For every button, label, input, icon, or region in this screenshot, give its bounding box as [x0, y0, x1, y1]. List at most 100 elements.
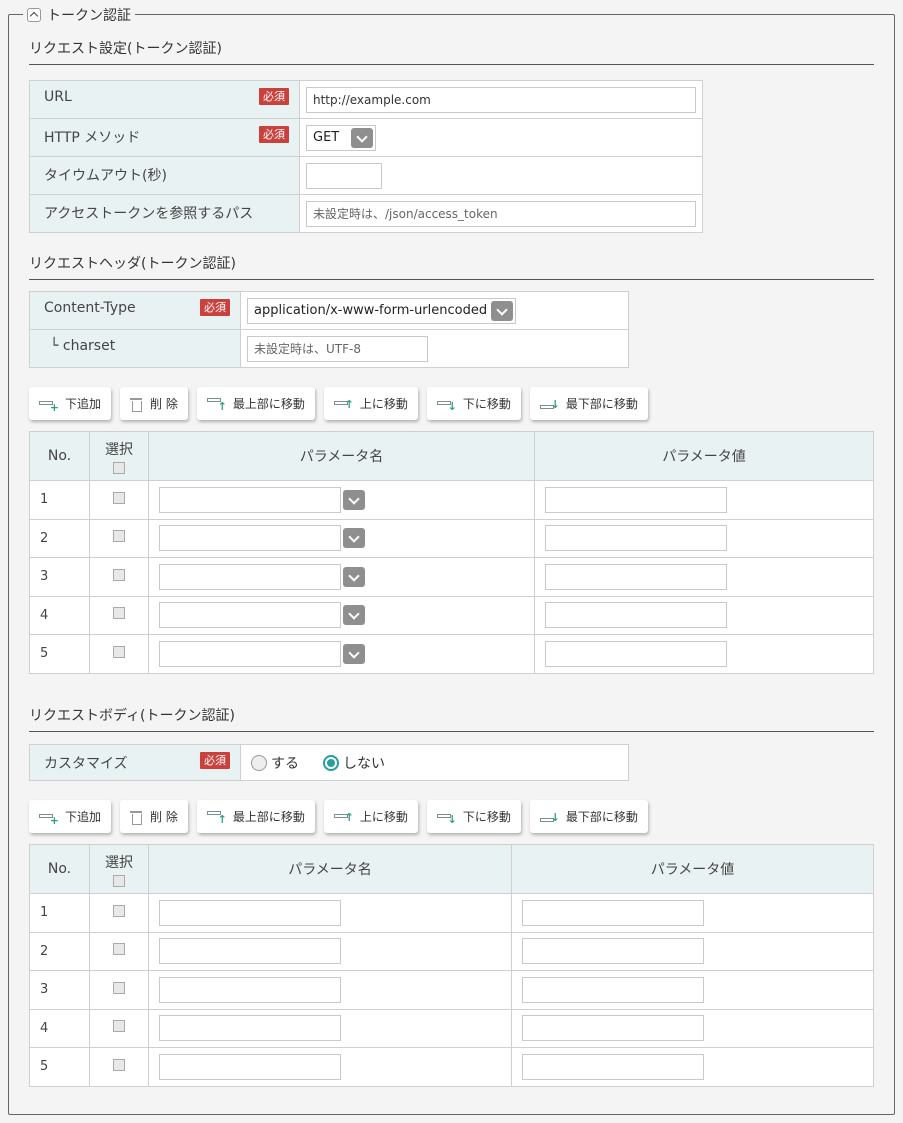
param-name-input[interactable] [159, 525, 341, 552]
param-name-input[interactable] [159, 976, 341, 1003]
token-path-input[interactable]: 未設定時は、/json/access_token [306, 200, 696, 227]
delete-button[interactable]: 削 除 [120, 800, 188, 833]
table-row: 3 [29, 557, 874, 597]
row-number: 1 [29, 893, 90, 933]
param-name-input[interactable] [159, 563, 341, 590]
col-param-value: パラメータ値 [534, 431, 874, 481]
row-checkbox[interactable] [113, 568, 125, 581]
row-number: 3 [29, 970, 90, 1010]
param-name-input[interactable] [159, 486, 341, 513]
chevron-down-icon[interactable] [343, 643, 365, 664]
timeout-input[interactable] [306, 162, 382, 189]
table-row: 1 [29, 480, 874, 520]
chevron-up-icon[interactable] [27, 8, 41, 22]
chevron-down-icon[interactable] [351, 127, 374, 148]
row-select-cell [89, 970, 149, 1010]
param-value-input[interactable] [522, 899, 704, 926]
customize-label-cell: カスタマイズ 必須 [29, 744, 241, 781]
radio-yes[interactable] [251, 754, 267, 771]
request-body-table: カスタマイズ 必須 する しない [29, 744, 629, 781]
table-row: 5 [29, 1047, 874, 1087]
charset-input[interactable]: 未設定時は、UTF-8 [247, 335, 428, 362]
move-bottom-button[interactable]: ↓ 最下部に移動 [529, 800, 648, 833]
move-down-icon: ↓ [436, 810, 457, 825]
row-checkbox[interactable] [113, 943, 125, 956]
param-value-input[interactable] [522, 938, 704, 965]
select-all-checkbox[interactable] [113, 461, 125, 474]
chevron-down-icon[interactable] [343, 566, 365, 587]
row-checkbox[interactable] [113, 1058, 125, 1071]
move-top-button[interactable]: ↑ 最上部に移動 [196, 387, 315, 420]
row-checkbox[interactable] [113, 904, 125, 917]
param-value-input[interactable] [545, 486, 727, 513]
row-checkbox[interactable] [113, 645, 125, 658]
method-selected-value: GET [313, 130, 340, 145]
row-checkbox[interactable] [113, 1020, 125, 1033]
param-value-input[interactable] [545, 525, 727, 552]
row-number: 4 [29, 1008, 90, 1048]
param-name-input[interactable] [159, 640, 341, 667]
row-checkbox[interactable] [113, 607, 125, 620]
select-all-checkbox[interactable] [113, 874, 125, 887]
radio-no[interactable] [323, 754, 339, 771]
param-name-cell [148, 970, 512, 1010]
row-select-cell [89, 595, 149, 635]
method-select[interactable]: GET [306, 124, 377, 151]
add-row-icon: + [39, 397, 59, 413]
param-value-input[interactable] [522, 1053, 704, 1080]
required-badge: 必須 [200, 299, 230, 316]
param-name-input[interactable] [159, 899, 341, 926]
add-below-label: 下追加 [65, 810, 102, 824]
request-settings-title: リクエスト設定(トークン認証) [29, 38, 874, 65]
move-down-button[interactable]: ↓ 下に移動 [426, 387, 521, 420]
customize-yes-option[interactable]: する [251, 753, 299, 773]
param-name-input[interactable] [159, 1015, 341, 1042]
request-settings-table: URL 必須 http://example.com HTTP メソッド 必須 G… [29, 80, 703, 233]
param-value-input[interactable] [522, 1015, 704, 1042]
add-below-button[interactable]: + 下追加 [29, 800, 112, 833]
param-name-input[interactable] [159, 938, 341, 965]
param-value-input[interactable] [545, 602, 727, 629]
row-select-cell [89, 480, 149, 520]
move-up-button[interactable]: ↑ 上に移動 [323, 800, 418, 833]
fieldset-legend[interactable]: トークン認証 [23, 6, 135, 24]
row-checkbox[interactable] [113, 981, 125, 994]
row-number: 2 [29, 518, 90, 558]
request-header-table: Content-Type 必須 application/x-www-form-u… [29, 291, 629, 368]
add-below-button[interactable]: + 下追加 [29, 387, 112, 420]
required-badge: 必須 [259, 88, 289, 105]
move-bottom-label: 最下部に移動 [565, 397, 638, 411]
content-type-select[interactable]: application/x-www-form-urlencoded [247, 297, 517, 324]
row-select-cell [89, 893, 149, 933]
row-select-cell [89, 518, 149, 558]
customize-no-option[interactable]: しない [323, 753, 385, 773]
param-value-input[interactable] [522, 976, 704, 1003]
chevron-down-icon[interactable] [491, 300, 514, 321]
param-value-input[interactable] [545, 640, 727, 667]
move-bottom-button[interactable]: ↓ 最下部に移動 [529, 387, 648, 420]
chevron-down-icon[interactable] [343, 489, 365, 510]
move-top-button[interactable]: ↑ 最上部に移動 [196, 800, 315, 833]
col-param-name: パラメータ名 [148, 844, 512, 894]
param-value-input[interactable] [545, 563, 727, 590]
delete-button[interactable]: 削 除 [120, 387, 188, 420]
param-name-input[interactable] [159, 602, 341, 629]
move-up-button[interactable]: ↑ 上に移動 [323, 387, 418, 420]
row-number: 1 [29, 480, 90, 520]
url-input[interactable]: http://example.com [306, 86, 696, 113]
request-body-title: リクエストボディ(トークン認証) [29, 705, 874, 732]
move-bottom-icon: ↓ [539, 810, 560, 824]
param-name-input[interactable] [159, 1053, 341, 1080]
row-checkbox[interactable] [113, 491, 125, 504]
move-down-icon: ↓ [436, 397, 457, 412]
move-down-label: 下に移動 [462, 810, 511, 824]
method-label-cell: HTTP メソッド 必須 [29, 118, 300, 157]
chevron-down-icon[interactable] [343, 605, 365, 626]
url-value-cell: http://example.com [299, 80, 703, 119]
content-type-selected-value: application/x-www-form-urlencoded [254, 303, 488, 318]
move-down-button[interactable]: ↓ 下に移動 [426, 800, 521, 833]
trash-icon [130, 810, 143, 825]
chevron-down-icon[interactable] [343, 528, 365, 549]
move-top-label: 最上部に移動 [232, 810, 305, 824]
row-checkbox[interactable] [113, 530, 125, 543]
